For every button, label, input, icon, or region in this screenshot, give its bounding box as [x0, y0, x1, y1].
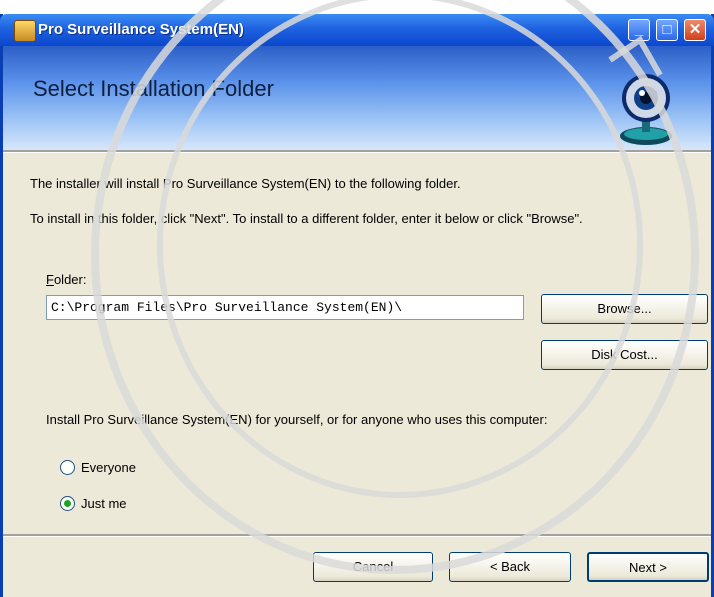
folder-path-input[interactable]: C:\Program Files\Pro Surveillance System… [46, 295, 524, 320]
instruction-text: To install in this folder, click "Next".… [30, 211, 583, 226]
banner-divider [3, 150, 711, 153]
close-icon: ✕ [688, 21, 702, 38]
next-button[interactable]: Next > [587, 552, 709, 582]
header-banner: Select Installation Folder [3, 46, 711, 150]
radio-just-me-indicator[interactable] [60, 496, 75, 511]
radio-everyone[interactable]: Everyone [60, 460, 136, 475]
folder-label-rest: older: [53, 272, 87, 287]
window-title: Pro Surveillance System(EN) [38, 21, 244, 38]
cancel-button[interactable]: Cancel [313, 552, 433, 582]
radio-just-me-label: Just me [81, 496, 127, 511]
disk-cost-button[interactable]: Disk Cost... [541, 340, 708, 370]
footer-divider [3, 534, 711, 537]
minimize-button[interactable]: _ [628, 19, 650, 41]
maximize-button[interactable]: □ [656, 19, 678, 41]
page-title: Select Installation Folder [33, 76, 274, 101]
radio-just-me[interactable]: Just me [60, 496, 127, 511]
installer-icon [14, 20, 36, 42]
title-bar[interactable]: Pro Surveillance System(EN) _ □ ✕ [0, 14, 714, 46]
folder-label-accesskey: F [46, 272, 54, 287]
radio-everyone-indicator[interactable] [60, 460, 75, 475]
intro-text: The installer will install Pro Surveilla… [30, 176, 461, 191]
webcam-icon [620, 74, 672, 145]
browse-button[interactable]: Browse... [541, 294, 708, 324]
maximize-icon: □ [662, 21, 672, 38]
back-button[interactable]: < Back [449, 552, 571, 582]
radio-everyone-label: Everyone [81, 460, 136, 475]
close-button[interactable]: ✕ [684, 19, 706, 41]
folder-label: Folder: [46, 272, 86, 287]
minimize-icon: _ [634, 21, 644, 38]
install-scope-question: Install Pro Surveillance System(EN) for … [46, 412, 548, 427]
